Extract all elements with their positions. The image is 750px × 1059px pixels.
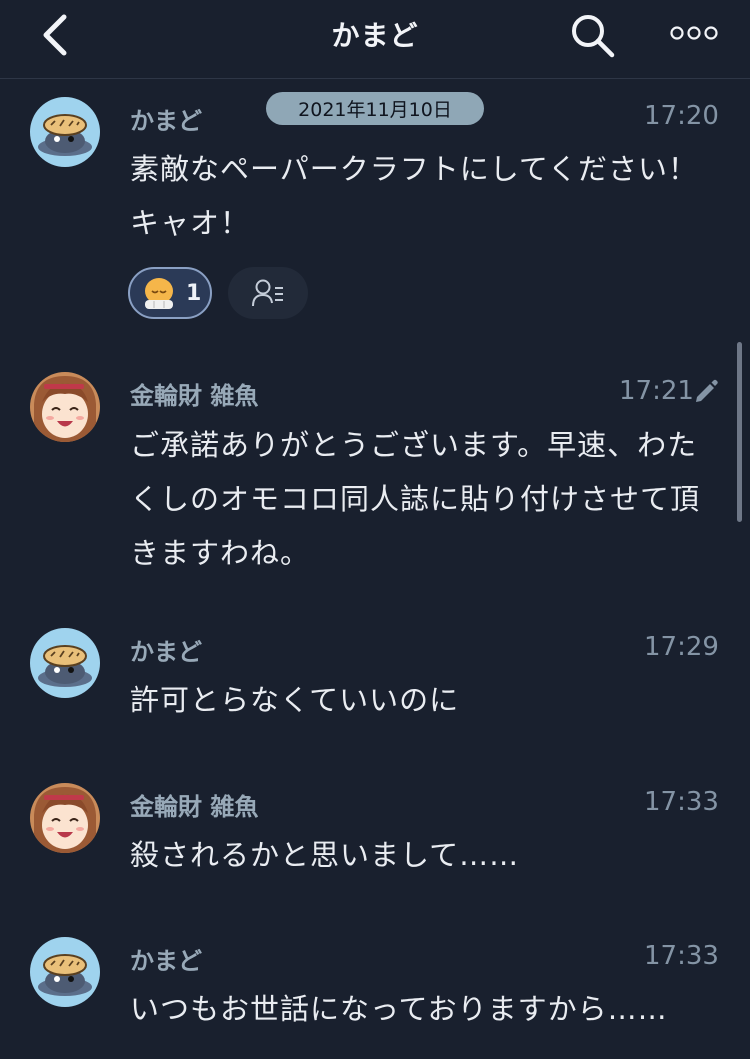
page-title: かまど	[331, 19, 419, 52]
avatar[interactable]	[30, 783, 100, 853]
anime-girl-avatar-icon	[30, 372, 100, 442]
search-icon	[572, 15, 615, 58]
bread-avatar-icon	[30, 937, 100, 1007]
reaction-add-button[interactable]	[228, 267, 308, 319]
message-time: 17:20	[644, 101, 719, 131]
message-text: いつもお世話になっておりますから……	[130, 992, 668, 1026]
bread-avatar-icon	[30, 97, 100, 167]
message-author[interactable]: かまど	[130, 632, 202, 667]
pencil-icon	[696, 379, 718, 402]
date-divider: 2021年11月10日	[266, 92, 484, 125]
reaction-count: 1	[186, 280, 202, 306]
message-time: 17:33	[644, 941, 719, 971]
message-time: 17:29	[644, 632, 719, 662]
avatar[interactable]	[30, 628, 100, 698]
message-time: 17:21	[619, 376, 694, 406]
more-dots-icon	[670, 26, 718, 40]
message-author[interactable]: 金輪財 雑魚	[130, 787, 258, 822]
search-button[interactable]	[566, 10, 618, 60]
reaction-chip[interactable]: 1	[128, 267, 212, 319]
message-text: 許可とらなくていいのに	[130, 683, 460, 717]
bread-avatar-icon	[30, 628, 100, 698]
message-time: 17:33	[644, 787, 719, 817]
avatar[interactable]	[30, 97, 100, 167]
more-button[interactable]	[668, 16, 720, 50]
message-author[interactable]: 金輪財 雑魚	[130, 376, 258, 411]
message-author[interactable]: かまど	[130, 941, 202, 976]
reaction-add-icon	[252, 279, 283, 307]
message-text: 素敵なペーパークラフトにしてください！キャオ！	[130, 152, 698, 240]
anime-girl-avatar-icon	[30, 783, 100, 853]
message-text: 殺されるかと思いまして……	[130, 838, 520, 872]
scrollbar[interactable]	[737, 342, 742, 522]
message-text: ご承諾ありがとうございます。早速、わたくしのオモコロ同人誌に貼り付けさせて頂きま…	[130, 428, 701, 570]
chat-header: かまど	[0, 0, 750, 79]
avatar[interactable]	[30, 372, 100, 442]
avatar[interactable]	[30, 937, 100, 1007]
message-author[interactable]: かまど	[130, 101, 202, 136]
bowing-face-icon	[145, 278, 173, 309]
